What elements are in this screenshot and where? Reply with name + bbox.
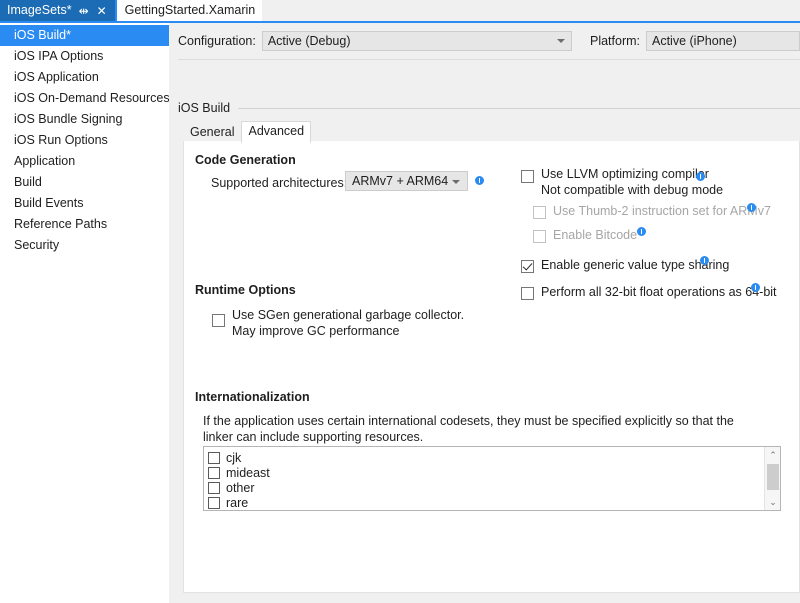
codesets-list: cjk mideast other rare xyxy=(204,447,764,510)
sidebar-item-security[interactable]: Security xyxy=(0,235,169,256)
info-icon-32bit-float[interactable] xyxy=(751,283,760,292)
ios-build-tab-bar: General Advanced xyxy=(183,121,312,143)
runtime-options-section-title: Runtime Options xyxy=(195,283,296,297)
ios-build-group-header: iOS Build xyxy=(178,101,800,115)
pin-icon[interactable]: ⇹ xyxy=(78,4,90,17)
sidebar-item-label: Application xyxy=(14,154,76,168)
internationalization-section-title: Internationalization xyxy=(195,390,310,404)
checkbox-codeset-rare[interactable] xyxy=(208,496,220,509)
list-item-label: rare xyxy=(226,495,249,510)
sidebar-item-build[interactable]: Build xyxy=(0,172,169,193)
list-item-label: cjk xyxy=(226,450,242,465)
scroll-up-icon[interactable]: ⌃ xyxy=(765,447,781,463)
tab-label: Advanced xyxy=(248,124,305,138)
page-title: iOS Build xyxy=(178,101,231,115)
supported-architectures-label: Supported architectures: xyxy=(211,176,348,190)
sublabel-llvm-not-compatible: Not compatible with debug mode xyxy=(541,183,724,197)
tab-general[interactable]: General xyxy=(183,123,241,142)
sidebar-item-label: iOS On-Demand Resources xyxy=(14,91,170,105)
configuration-bar: Configuration: Active (Debug) Platform: … xyxy=(178,27,800,55)
close-icon[interactable]: ✕ xyxy=(96,4,108,17)
checkbox-codeset-other[interactable] xyxy=(208,481,220,494)
header-rule xyxy=(238,107,800,109)
list-item[interactable]: mideast xyxy=(208,465,764,480)
configuration-value: Active (Debug) xyxy=(267,34,351,48)
configbar-divider xyxy=(178,59,800,60)
chevron-down-icon xyxy=(556,39,565,43)
sublabel-sgen-may-improve-gc: May improve GC performance xyxy=(232,324,400,338)
sidebar-item-label: iOS Run Options xyxy=(14,133,108,147)
info-icon-supported-architectures[interactable] xyxy=(475,176,484,185)
checkbox-use-llvm-optimizing-compiler[interactable] xyxy=(521,170,534,183)
checkbox-codeset-cjk[interactable] xyxy=(208,451,220,464)
info-icon-use-llvm[interactable] xyxy=(696,172,705,181)
list-item-label: other xyxy=(226,480,255,495)
info-icon-bitcode[interactable] xyxy=(637,227,646,236)
supported-architectures-dropdown[interactable]: ARMv7 + ARM64 xyxy=(345,171,468,191)
sidebar-item-label: Reference Paths xyxy=(14,217,108,231)
platform-label: Platform: xyxy=(589,34,640,48)
document-tab-strip: ImageSets* ⇹ ✕ GettingStarted.Xamarin xyxy=(0,0,800,21)
tab-label: General xyxy=(190,125,235,139)
codesets-listbox[interactable]: cjk mideast other rare ⌃ ⌄ xyxy=(203,446,781,511)
info-icon-thumb2[interactable] xyxy=(747,203,756,212)
advanced-tab-panel: Code Generation Supported architectures:… xyxy=(183,141,800,593)
label-enable-bitcode: Enable Bitcode xyxy=(553,228,638,242)
sidebar-item-label: iOS Build* xyxy=(14,28,71,42)
internationalization-description: If the application uses certain internat… xyxy=(203,414,734,444)
platform-value: Active (iPhone) xyxy=(652,34,737,48)
properties-content-pane: Configuration: Active (Debug) Platform: … xyxy=(169,23,800,603)
sidebar-item-ios-ipa-options[interactable]: iOS IPA Options xyxy=(0,46,169,67)
sidebar-item-label: iOS Bundle Signing xyxy=(14,112,123,126)
label-use-thumb2-instruction-set: Use Thumb-2 instruction set for ARMv7 xyxy=(553,204,771,218)
sidebar-item-ios-application[interactable]: iOS Application xyxy=(0,67,169,88)
checkbox-enable-bitcode[interactable] xyxy=(533,230,546,243)
sidebar-item-label: iOS Application xyxy=(14,70,99,84)
sidebar-item-label: Build xyxy=(14,175,42,189)
sidebar-item-label: iOS IPA Options xyxy=(14,49,104,63)
document-tab-label: ImageSets* xyxy=(7,3,72,18)
sidebar-item-ios-on-demand-resources[interactable]: iOS On-Demand Resources xyxy=(0,88,170,109)
list-item-label: mideast xyxy=(226,465,270,480)
info-icon-generic-value-type-sharing[interactable] xyxy=(700,256,709,265)
scroll-down-icon[interactable]: ⌄ xyxy=(765,494,781,510)
label-use-sgen-garbage-collector: Use SGen generational garbage collector. xyxy=(232,308,465,322)
configuration-dropdown[interactable]: Active (Debug) xyxy=(261,31,572,51)
properties-category-sidebar: iOS Build* iOS IPA Options iOS Applicati… xyxy=(0,23,173,603)
codesets-scrollbar[interactable]: ⌃ ⌄ xyxy=(764,447,780,510)
sidebar-item-build-events[interactable]: Build Events xyxy=(0,193,169,214)
checkbox-use-thumb2-instruction-set[interactable] xyxy=(533,206,546,219)
platform-dropdown[interactable]: Active (iPhone) xyxy=(646,31,800,51)
sidebar-item-label: Build Events xyxy=(14,196,84,210)
checkbox-codeset-mideast[interactable] xyxy=(208,466,220,479)
sidebar-item-label: Security xyxy=(14,238,60,252)
scrollbar-thumb[interactable] xyxy=(767,464,779,490)
sidebar-item-ios-build[interactable]: iOS Build* xyxy=(0,25,173,46)
configuration-label: Configuration: xyxy=(178,34,256,48)
sidebar-item-ios-run-options[interactable]: iOS Run Options xyxy=(0,130,169,151)
sidebar-item-reference-paths[interactable]: Reference Paths xyxy=(0,214,169,235)
label-use-llvm-optimizing-compiler: Use LLVM optimizing compiler xyxy=(541,167,709,181)
chevron-down-icon xyxy=(452,180,460,184)
document-tab-gettingstarted[interactable]: GettingStarted.Xamarin xyxy=(114,0,263,21)
visual-studio-project-properties-window: ImageSets* ⇹ ✕ GettingStarted.Xamarin iO… xyxy=(0,0,800,603)
sidebar-item-application[interactable]: Application xyxy=(0,151,169,172)
supported-architectures-value: ARMv7 + ARM64 xyxy=(352,174,449,188)
document-tab-imagesets[interactable]: ImageSets* ⇹ ✕ xyxy=(0,0,115,21)
document-tab-label: GettingStarted.Xamarin xyxy=(124,3,256,18)
list-item[interactable]: cjk xyxy=(208,450,764,465)
tab-advanced[interactable]: Advanced xyxy=(241,121,312,143)
list-item[interactable]: other xyxy=(208,480,764,495)
list-item[interactable]: rare xyxy=(208,495,764,510)
label-perform-32bit-float-as-64bit: Perform all 32-bit float operations as 6… xyxy=(541,285,777,299)
checkbox-perform-32bit-float-as-64bit[interactable] xyxy=(521,287,534,300)
code-generation-section-title: Code Generation xyxy=(195,153,296,167)
checkbox-use-sgen-garbage-collector[interactable] xyxy=(212,314,225,327)
checkbox-enable-generic-value-type-sharing[interactable] xyxy=(521,260,534,273)
sidebar-item-ios-bundle-signing[interactable]: iOS Bundle Signing xyxy=(0,109,169,130)
